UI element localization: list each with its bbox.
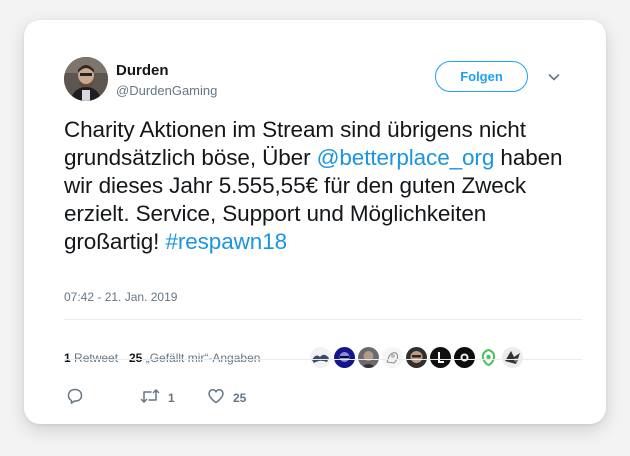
author-names[interactable]: Durden @DurdenGaming (116, 62, 217, 99)
tweet-card: Durden @DurdenGaming Folgen Charity Akti… (24, 20, 606, 424)
reply-button[interactable] (66, 387, 84, 409)
retweet-button[interactable]: 1 (140, 387, 175, 409)
tweet-text: Charity Aktionen im Stream sind übrigens… (64, 116, 564, 256)
display-name[interactable]: Durden (116, 62, 217, 80)
liker-avatar[interactable] (406, 347, 427, 368)
liker-avatar[interactable] (430, 347, 451, 368)
liker-avatar[interactable] (310, 347, 331, 368)
hashtag-link[interactable]: #respawn18 (165, 229, 287, 254)
avatar[interactable] (64, 57, 108, 101)
likes-stat-label: „Gefällt mir“-Angaben (145, 351, 261, 365)
tweet-header: Durden @DurdenGaming Folgen (64, 57, 566, 105)
liker-avatar[interactable] (454, 347, 475, 368)
divider (64, 319, 582, 320)
user-handle[interactable]: @DurdenGaming (116, 82, 217, 99)
retweet-stat-label: Retweet (74, 351, 119, 365)
chevron-down-icon[interactable] (548, 70, 560, 82)
timestamp[interactable]: 07:42 - 21. Jan. 2019 (64, 290, 177, 304)
retweet-icon (140, 387, 160, 410)
liker-avatar[interactable] (502, 347, 523, 368)
follow-button[interactable]: Folgen (435, 61, 528, 92)
like-button[interactable]: 25 (207, 387, 246, 409)
liker-avatar[interactable] (478, 347, 499, 368)
retweet-count: 1 (168, 391, 175, 405)
divider (64, 359, 582, 360)
retweet-stat-count: 1 (64, 351, 71, 365)
liker-avatar[interactable] (382, 347, 403, 368)
retweet-stat[interactable]: 1 Retweet (64, 351, 118, 365)
heart-icon (207, 387, 225, 410)
liker-avatar[interactable] (334, 347, 355, 368)
like-count: 25 (233, 391, 247, 405)
mention-link[interactable]: @betterplace_org (317, 145, 495, 170)
reply-icon (66, 387, 84, 410)
liker-avatar[interactable] (358, 347, 379, 368)
likes-stat-count: 25 (129, 351, 143, 365)
likes-stat[interactable]: 25 „Gefällt mir“-Angaben (129, 351, 260, 365)
tweet-actions: 1 25 (64, 387, 364, 411)
